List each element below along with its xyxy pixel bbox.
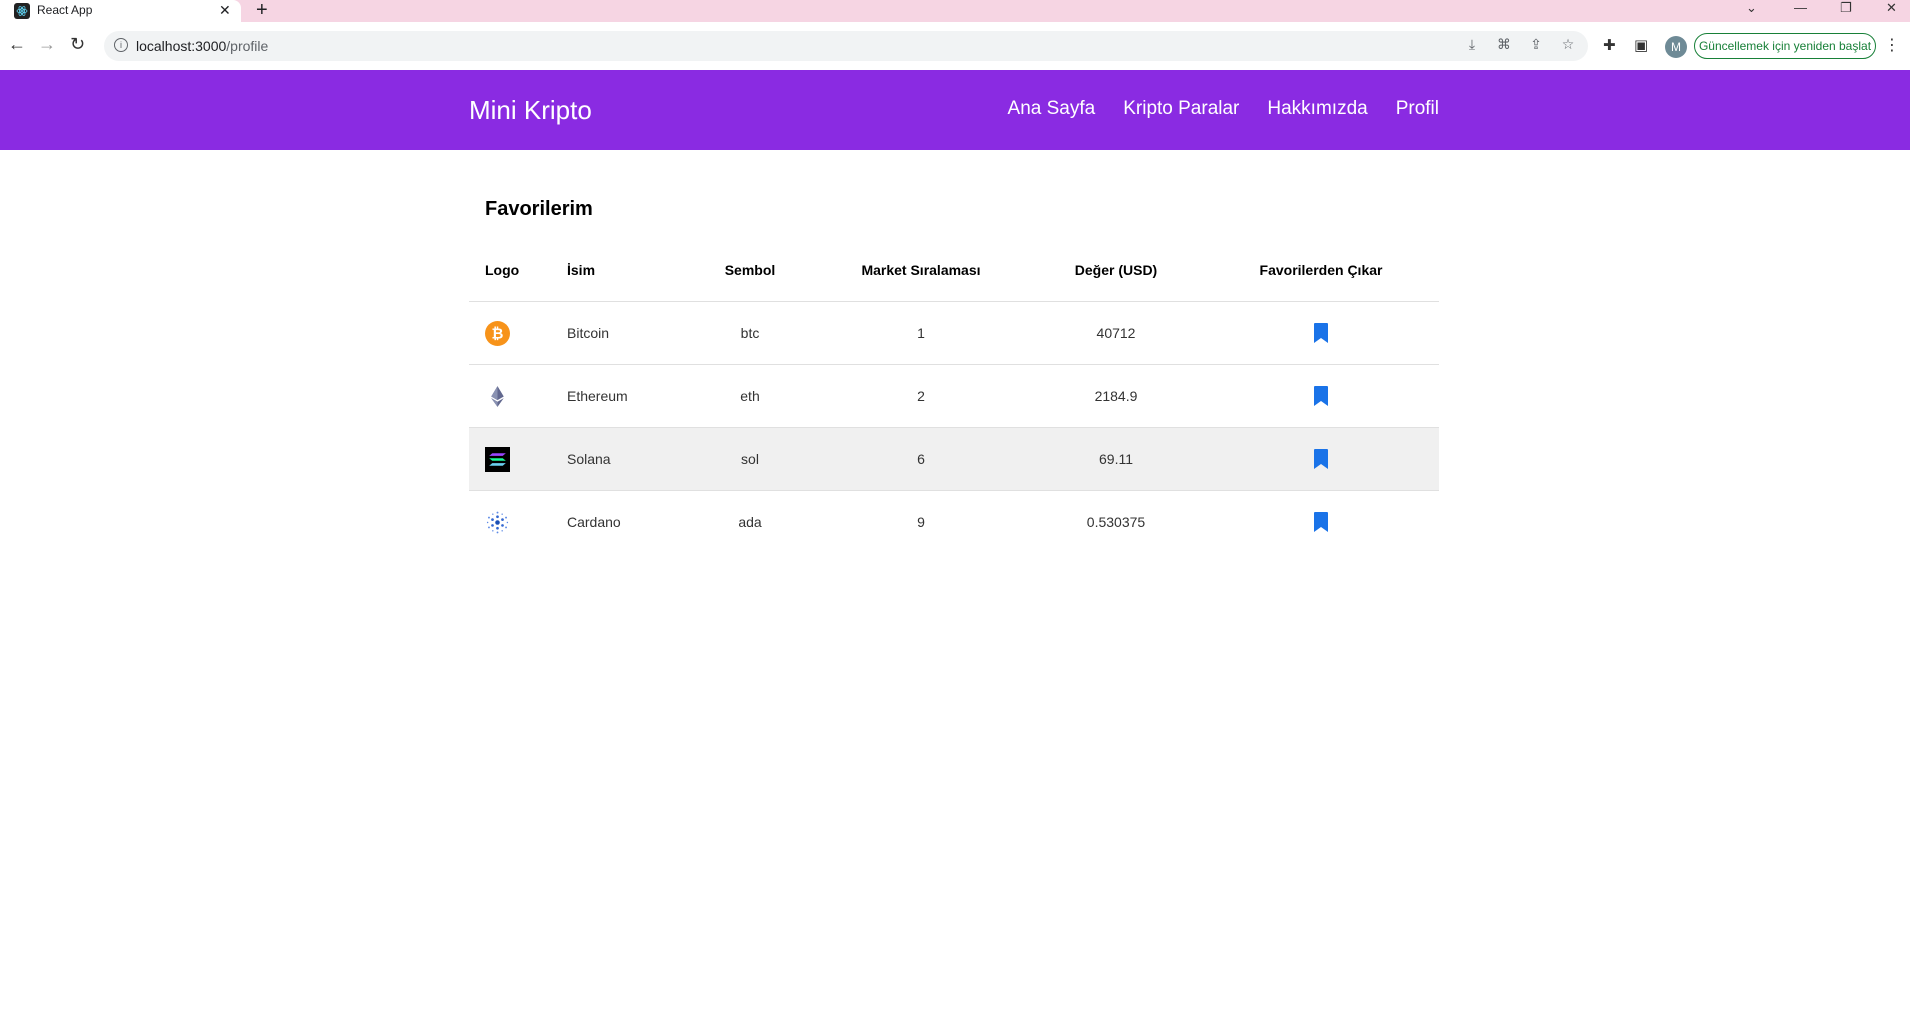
svg-text:₿: ₿ (492, 325, 504, 342)
address-url: localhost:3000/profile (136, 38, 269, 54)
bookmark-icon[interactable] (1313, 512, 1329, 532)
coin-value: 69.11 (1029, 427, 1203, 491)
coin-symbol: ada (738, 514, 762, 530)
column-header-value: Değer (USD) (1029, 238, 1203, 302)
restore-icon[interactable]: ❐ (1840, 0, 1852, 16)
tab-close-icon[interactable]: ✕ (219, 2, 231, 19)
coin-name: Cardano (567, 514, 621, 530)
site-info-icon[interactable]: i (114, 38, 128, 52)
close-window-icon[interactable]: ✕ (1886, 0, 1897, 16)
cardano-logo-icon (486, 511, 509, 533)
table-row: Cardano ada 9 0.530375 (469, 491, 1439, 554)
share-icon[interactable]: ⇪ (1526, 36, 1546, 53)
nav-links: Ana Sayfa Kripto Paralar Hakkımızda Prof… (1008, 98, 1439, 120)
remove-favorite-cell (1203, 364, 1439, 428)
solana-logo-icon (485, 446, 510, 472)
tab-title: React App (37, 3, 93, 17)
nav-link-cryptos[interactable]: Kripto Paralar (1123, 98, 1239, 120)
update-restart-button[interactable]: Güncellemek için yeniden başlat (1694, 33, 1876, 59)
column-header-remove: Favorilerden Çıkar (1203, 238, 1439, 302)
profile-avatar[interactable]: M (1665, 36, 1687, 58)
table-row: Solana sol 6 69.11 (469, 427, 1439, 491)
browser-tab[interactable]: React App ✕ (0, 0, 241, 22)
back-icon[interactable]: ← (8, 34, 26, 55)
browser-toolbar: ← → ↻ i localhost:3000/profile ⤓ ⌘ ⇪ ☆ ✚… (0, 22, 1910, 70)
ethereum-logo-icon (491, 385, 504, 407)
new-tab-icon[interactable]: + (256, 0, 268, 22)
coin-rank: 2 (813, 364, 1029, 428)
bookmark-icon[interactable] (1313, 323, 1329, 343)
remove-favorite-cell (1203, 427, 1439, 491)
react-favicon-icon (14, 3, 30, 19)
forward-icon[interactable]: → (38, 34, 56, 55)
page-title: Favorilerim (485, 198, 593, 220)
coin-symbol: sol (687, 427, 813, 491)
coin-symbol: eth (687, 364, 813, 428)
tab-search-icon[interactable]: ⌄ (1746, 0, 1757, 16)
coin-value: 0.530375 (1086, 514, 1146, 530)
nav-link-profile[interactable]: Profil (1396, 98, 1439, 120)
bookmark-icon[interactable] (1313, 449, 1329, 469)
remove-favorite-cell (1203, 491, 1439, 554)
coin-rank: 9 (917, 514, 925, 530)
column-header-rank: Market Sıralaması (813, 238, 1029, 302)
menu-kebab-icon[interactable]: ⋮ (1884, 35, 1900, 55)
column-header-symbol: Sembol (687, 238, 813, 302)
nav-link-home[interactable]: Ana Sayfa (1008, 98, 1096, 120)
coin-symbol: btc (687, 301, 813, 365)
bookmark-star-icon[interactable]: ☆ (1558, 36, 1578, 53)
table-row: Ethereum eth 2 2184.9 (469, 364, 1439, 428)
favorites-table: Logo İsim Sembol Market Sıralaması Değer… (469, 238, 1439, 553)
logo-cell (469, 491, 567, 554)
browser-tabstrip: React App ✕ + ⌄ — ❐ ✕ (0, 0, 1910, 22)
coin-value: 2184.9 (1029, 364, 1203, 428)
translate-icon[interactable]: ⌘ (1494, 36, 1514, 53)
table-header-row: Logo İsim Sembol Market Sıralaması Değer… (469, 238, 1439, 302)
extensions-icon[interactable]: ✚ (1603, 36, 1616, 54)
brand-logo[interactable]: Mini Kripto (469, 95, 592, 126)
app-navbar: Mini Kripto Ana Sayfa Kripto Paralar Hak… (0, 70, 1910, 150)
coin-rank: 1 (813, 301, 1029, 365)
reload-icon[interactable]: ↻ (70, 34, 85, 55)
bookmark-icon[interactable] (1313, 386, 1329, 406)
column-header-logo: Logo (469, 238, 567, 302)
coin-rank: 6 (813, 427, 1029, 491)
logo-cell: ₿ (469, 301, 567, 365)
bitcoin-logo-icon: ₿ (485, 320, 510, 346)
coin-name: Ethereum (567, 364, 687, 428)
column-header-name: İsim (567, 238, 687, 302)
remove-favorite-cell (1203, 301, 1439, 365)
install-icon[interactable]: ⤓ (1462, 36, 1482, 53)
coin-name: Bitcoin (567, 301, 687, 365)
table-row: ₿ Bitcoin btc 1 40712 (469, 301, 1439, 365)
coin-value: 40712 (1029, 301, 1203, 365)
minimize-icon[interactable]: — (1794, 0, 1807, 15)
logo-cell (469, 364, 567, 428)
coin-name: Solana (567, 427, 687, 491)
logo-cell (469, 427, 567, 491)
address-bar[interactable]: i localhost:3000/profile ⤓ ⌘ ⇪ ☆ (104, 31, 1588, 61)
side-panel-icon[interactable]: ▣ (1634, 36, 1648, 54)
nav-link-about[interactable]: Hakkımızda (1267, 98, 1367, 120)
